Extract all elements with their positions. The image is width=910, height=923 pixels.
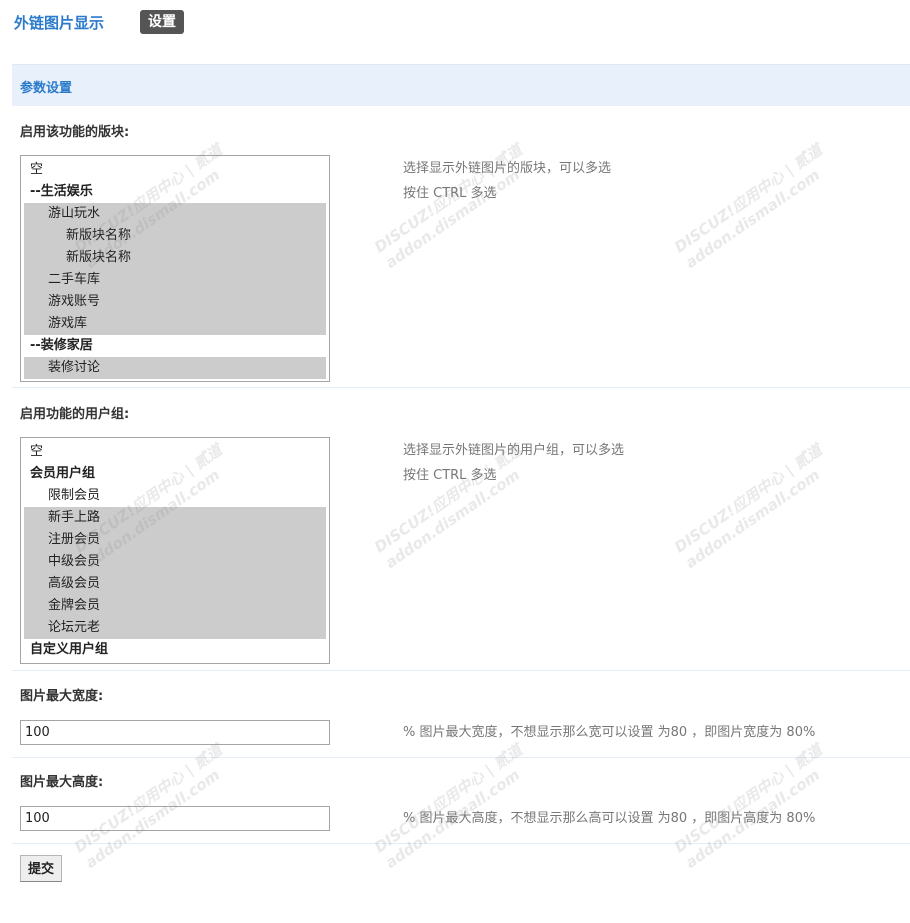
usergroups-label: 启用功能的用户组: [20, 407, 130, 422]
tab-settings[interactable]: 设置 [140, 10, 184, 34]
watermark-brand: DISCUZ!应用中心 | 贰道 [671, 440, 826, 557]
usergroups-description-line1: 选择显示外链图片的用户组，可以多选 [403, 443, 625, 458]
list-option[interactable]: 论坛元老 [24, 617, 326, 639]
usergroups-description-line2: 按住 CTRL 多选 [403, 468, 497, 483]
list-option[interactable]: 金牌会员 [24, 595, 326, 617]
list-option[interactable]: 高级会员 [24, 573, 326, 595]
list-option[interactable]: 空 [24, 159, 326, 181]
list-option[interactable]: 注册会员 [24, 529, 326, 551]
max-height-description: % 图片最大高度，不想显示那么高可以设置 为80 ，即图片高度为 80% [403, 811, 816, 826]
list-option[interactable]: 会员用户组 [24, 463, 326, 485]
watermark-url: addon.dismall.com [682, 165, 824, 272]
divider [12, 757, 910, 758]
watermark-logo: DISCUZ!应用中心 | 贰道addon.dismall.com [670, 439, 836, 572]
list-option[interactable]: 装修讨论 [24, 357, 326, 379]
list-option[interactable]: 中级会员 [24, 551, 326, 573]
submit-button[interactable]: 提交 [20, 855, 63, 882]
forums-description: 选择显示外链图片的版块，可以多选 按住 CTRL 多选 [403, 156, 611, 206]
watermark-brand: DISCUZ!应用中心 | 贰道 [671, 140, 826, 257]
section-header: 参数设置 [12, 64, 910, 106]
list-option[interactable]: 自定义用户组 [24, 639, 326, 661]
max-width-label: 图片最大宽度: [20, 689, 104, 704]
list-option[interactable]: 游戏库 [24, 313, 326, 335]
divider [12, 843, 910, 844]
list-option[interactable]: 游山玩水 [24, 203, 326, 225]
forums-description-line1: 选择显示外链图片的版块，可以多选 [403, 161, 612, 176]
forums-listbox[interactable]: 空 --生活娱乐 游山玩水 新版块名称 新版块名称 二手车库 游戏账号 游戏库 --装修家居 装修… [20, 155, 330, 382]
list-option[interactable]: 游戏账号 [24, 291, 326, 313]
page-title: 外链图片显示 [14, 14, 105, 32]
top-bar: 外链图片显示 设置 [0, 0, 910, 44]
watermark-brand: DISCUZ!应用中心 | 贰道 [71, 740, 226, 857]
list-option[interactable]: 二手车库 [24, 269, 326, 291]
divider [12, 670, 910, 671]
list-option[interactable]: 空 [24, 441, 326, 463]
watermark-url: addon.dismall.com [682, 465, 824, 572]
usergroups-description: 选择显示外链图片的用户组，可以多选 按住 CTRL 多选 [403, 438, 624, 488]
usergroups-listbox[interactable]: 空会员用户组 限制会员 新手上路 注册会员 中级会员 高级会员 金牌会员 论坛元老 自定义用户组 [20, 437, 330, 664]
forums-label: 启用该功能的版块: [20, 125, 130, 140]
max-width-description: % 图片最大宽度，不想显示那么宽可以设置 为80 ，即图片宽度为 80% [403, 725, 816, 740]
section-title: 参数设置 [20, 81, 73, 96]
max-height-input[interactable]: 100 [20, 806, 330, 831]
watermark-logo: DISCUZ!应用中心 | 贰道addon.dismall.com [670, 139, 836, 272]
list-option[interactable]: 限制会员 [24, 485, 326, 507]
list-option[interactable]: --装修家居 [24, 335, 326, 357]
divider [12, 387, 910, 388]
list-option[interactable]: 新版块名称 [24, 225, 326, 247]
forums-description-line2: 按住 CTRL 多选 [403, 186, 497, 201]
watermark-brand: DISCUZ!应用中心 | 贰道 [371, 740, 526, 857]
list-option[interactable]: 新手上路 [24, 507, 326, 529]
watermark-brand: DISCUZ!应用中心 | 贰道 [671, 740, 826, 857]
list-option[interactable]: 新版块名称 [24, 247, 326, 269]
list-option[interactable]: --生活娱乐 [24, 181, 326, 203]
max-height-label: 图片最大高度: [20, 775, 104, 790]
max-width-input[interactable]: 100 [20, 720, 330, 745]
